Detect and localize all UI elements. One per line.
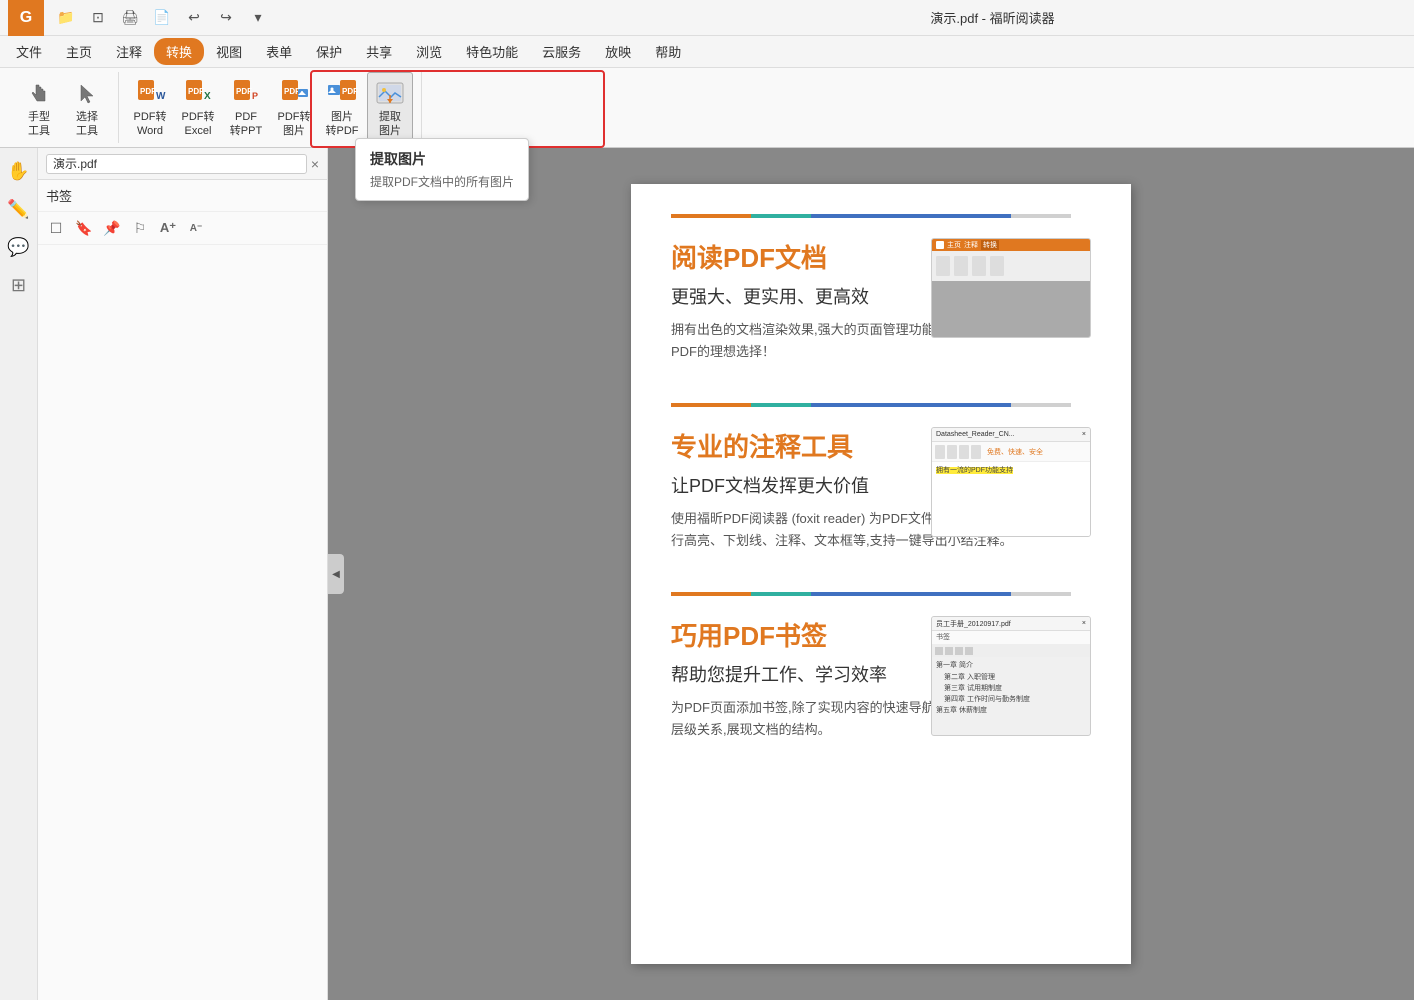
quick-access-icon[interactable]: ▾: [244, 4, 272, 32]
pdf-to-excel-label: PDF转Excel: [182, 111, 215, 137]
select-tool-label: 选择工具: [76, 111, 98, 137]
panel-square-icon[interactable]: ☐: [44, 216, 68, 240]
undo-icon[interactable]: ↩: [180, 4, 208, 32]
main-area: ✋ ✏️ 💬 ⊞ × 书签 ☐ 🔖 📌 ⚐ A⁺ A⁻ ◀: [0, 148, 1414, 1000]
pdf-to-word-label: PDF转Word: [134, 111, 167, 137]
svg-text:X: X: [204, 91, 211, 102]
pdf-excel-icon: PDF X: [182, 77, 214, 109]
print-icon[interactable]: 🖨: [116, 4, 144, 32]
sidebar-comment-icon[interactable]: 💬: [4, 232, 34, 262]
preview-section-1: 阅读PDF文档 更强大、更实用、更高效 拥有出色的文档渲染效果,强大的页面管理功…: [671, 214, 1091, 363]
svg-text:W: W: [156, 91, 166, 102]
svg-text:PDF: PDF: [188, 87, 204, 96]
menu-annotate[interactable]: 注释: [104, 38, 154, 65]
ribbon: 手型工具 选择工具 PDF W PDF转Word: [0, 68, 1414, 148]
pdf-to-image-label: PDF转图片: [278, 111, 311, 137]
titlebar: G 📁 ⊡ 🖨 📄 ↩ ↪ ▾ 演示.pdf - 福昕阅读器: [0, 0, 1414, 36]
panel-filename-input[interactable]: [46, 154, 307, 174]
menu-form[interactable]: 表单: [254, 38, 304, 65]
logo-button[interactable]: G: [8, 0, 44, 36]
pdf-to-ppt-button[interactable]: PDF P PDF转PPT: [223, 73, 269, 141]
image-to-pdf-label: 图片转PDF: [326, 111, 359, 137]
menu-browse[interactable]: 浏览: [404, 38, 454, 65]
sidebar-hand-icon[interactable]: ✋: [4, 156, 34, 186]
svg-text:PDF: PDF: [140, 87, 156, 96]
menu-cloud[interactable]: 云服务: [530, 38, 593, 65]
hand-tool-label: 手型工具: [28, 111, 50, 137]
tooltip-title: 提取图片: [370, 149, 514, 169]
menu-present[interactable]: 放映: [593, 38, 643, 65]
bookmark-section-label: 书签: [38, 180, 327, 212]
panel-close-button[interactable]: ×: [311, 156, 319, 172]
panel-bookmark2-icon[interactable]: 📌: [100, 216, 124, 240]
svg-text:PDF: PDF: [236, 87, 252, 96]
pdf-ppt-icon: PDF P: [230, 77, 262, 109]
pdf-word-icon: PDF W: [134, 77, 166, 109]
tooltip-box: 提取图片 提取PDF文档中的所有图片: [355, 138, 529, 201]
hand-icon: [23, 77, 55, 109]
panel-bookmark3-icon[interactable]: ⚐: [128, 216, 152, 240]
cursor-icon: [71, 77, 103, 109]
section-divider-2: [671, 403, 1091, 407]
panel-toolbar: ☐ 🔖 📌 ⚐ A⁺ A⁻: [38, 212, 327, 245]
pdf-to-image-button[interactable]: PDF PDF转图片: [271, 73, 317, 141]
image-to-pdf-icon: PDF: [326, 77, 358, 109]
tooltip-description: 提取PDF文档中的所有图片: [370, 173, 514, 190]
pdf-to-ppt-label: PDF转PPT: [230, 111, 262, 137]
svg-text:PDF: PDF: [284, 87, 300, 96]
copy-icon[interactable]: ⊡: [84, 4, 112, 32]
pdf-image-icon: PDF: [278, 77, 310, 109]
menu-convert[interactable]: 转换: [154, 38, 204, 65]
ribbon-group-convert: PDF W PDF转Word PDF X PDF转Excel PDF: [119, 72, 422, 143]
panel-font-increase-icon[interactable]: A⁺: [156, 216, 180, 240]
svg-text:PDF: PDF: [342, 87, 358, 96]
quick-toolbar: 📁 ⊡ 🖨 📄 ↩ ↪ ▾: [52, 4, 679, 32]
menu-share[interactable]: 共享: [354, 38, 404, 65]
redo-icon[interactable]: ↪: [212, 4, 240, 32]
menu-features[interactable]: 特色功能: [454, 38, 530, 65]
menubar: 文件 主页 注释 转换 视图 表单 保护 共享 浏览 特色功能 云服务 放映 帮…: [0, 36, 1414, 68]
collapse-panel-button[interactable]: ◀: [328, 554, 344, 594]
new-doc-icon[interactable]: 📄: [148, 4, 176, 32]
menu-view[interactable]: 视图: [204, 38, 254, 65]
mini-screenshot-2: Datasheet_Reader_CN...× 免费、快速、安全 拥有一流的PD…: [931, 427, 1091, 537]
document-view: ◀ 阅读PDF文档 更强大、更实用、更高效 拥有出色的文档渲染效果,强大的页面管…: [328, 148, 1414, 1000]
extract-image-icon: [374, 77, 406, 109]
panel-tab-bar: ×: [38, 148, 327, 180]
image-to-pdf-button[interactable]: PDF 图片转PDF: [319, 73, 365, 141]
preview-section-3: 巧用PDF书签 帮助您提升工作、学习效率 为PDF页面添加书签,除了实现内容的快…: [671, 592, 1091, 741]
section-divider-3: [671, 592, 1091, 596]
section-divider-1: [671, 214, 1091, 218]
left-sidebar: ✋ ✏️ 💬 ⊞: [0, 148, 38, 1000]
sidebar-layers-icon[interactable]: ⊞: [4, 270, 34, 300]
ribbon-group-tools: 手型工具 选择工具: [8, 72, 119, 143]
open-folder-icon[interactable]: 📁: [52, 4, 80, 32]
menu-file[interactable]: 文件: [4, 38, 54, 65]
pdf-to-excel-button[interactable]: PDF X PDF转Excel: [175, 73, 221, 141]
window-title: 演示.pdf - 福昕阅读器: [679, 8, 1306, 27]
panel-bookmark-icon[interactable]: 🔖: [72, 216, 96, 240]
panel-font-decrease-icon[interactable]: A⁻: [184, 216, 208, 240]
preview-section-2: 专业的注释工具 让PDF文档发挥更大价值 使用福昕PDF阅读器 (foxit r…: [671, 403, 1091, 552]
menu-protect[interactable]: 保护: [304, 38, 354, 65]
mini-screenshot-1: 主页 注释 转换: [931, 238, 1091, 338]
select-tool-button[interactable]: 选择工具: [64, 73, 110, 141]
pdf-to-word-button[interactable]: PDF W PDF转Word: [127, 73, 173, 141]
menu-help[interactable]: 帮助: [643, 38, 693, 65]
extract-image-button[interactable]: 提取图片: [367, 72, 413, 142]
menu-home[interactable]: 主页: [54, 38, 104, 65]
mini-screenshot-3: 员工手册_20120917.pdf× 书签 第一章 简介 第二章 入职管理: [931, 616, 1091, 736]
extract-image-label: 提取图片: [379, 111, 401, 137]
sidebar-pencil-icon[interactable]: ✏️: [4, 194, 34, 224]
document-preview[interactable]: 阅读PDF文档 更强大、更实用、更高效 拥有出色的文档渲染效果,强大的页面管理功…: [631, 184, 1131, 964]
bookmark-panel: × 书签 ☐ 🔖 📌 ⚐ A⁺ A⁻: [38, 148, 328, 1000]
hand-tool-button[interactable]: 手型工具: [16, 73, 62, 141]
svg-text:P: P: [252, 91, 258, 101]
